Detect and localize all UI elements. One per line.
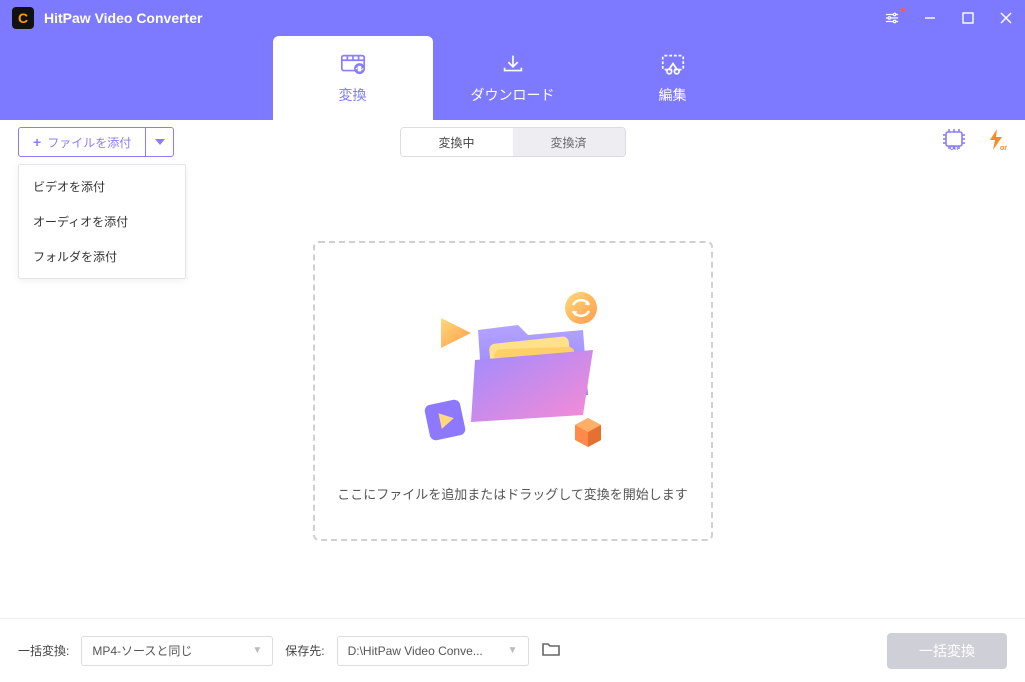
plus-icon: + bbox=[33, 134, 41, 150]
batch-format-select[interactable]: MP4-ソースと同じ ▼ bbox=[81, 636, 273, 666]
add-file-group: + ファイルを添付 bbox=[18, 127, 174, 157]
batch-format-label: 一括変換: bbox=[18, 642, 69, 659]
close-icon[interactable] bbox=[999, 11, 1013, 25]
segment-converted[interactable]: 変換済 bbox=[513, 128, 625, 156]
svg-text:on: on bbox=[1000, 145, 1007, 152]
download-icon bbox=[499, 52, 527, 79]
add-file-button[interactable]: + ファイルを添付 bbox=[19, 128, 145, 156]
footer: 一括変換: MP4-ソースと同じ ▼ 保存先: D:\HitPaw Video … bbox=[0, 618, 1025, 682]
edit-icon bbox=[659, 52, 687, 79]
batch-convert-button[interactable]: 一括変換 bbox=[887, 633, 1007, 669]
dropdown-item-video[interactable]: ビデオを添付 bbox=[19, 169, 185, 204]
svg-text:on: on bbox=[950, 145, 959, 152]
tab-label: ダウンロード bbox=[471, 85, 555, 105]
drop-zone[interactable]: ここにファイルを追加またはドラッグして変換を開始します bbox=[313, 241, 713, 541]
app-title: HitPaw Video Converter bbox=[44, 10, 202, 26]
convert-icon bbox=[339, 52, 367, 79]
status-segment: 変換中 変換済 bbox=[400, 127, 626, 157]
main-nav: 変換 ダウンロード 編集 bbox=[0, 36, 1025, 120]
tab-convert[interactable]: 変換 bbox=[273, 36, 433, 120]
tab-download[interactable]: ダウンロード bbox=[433, 36, 593, 120]
chevron-down-icon: ▼ bbox=[252, 645, 262, 656]
segment-converting[interactable]: 変換中 bbox=[401, 128, 513, 156]
minimize-icon[interactable] bbox=[923, 11, 937, 25]
add-file-dropdown: ビデオを添付 オーディオを添付 フォルダを添付 bbox=[18, 164, 186, 279]
dropdown-item-folder[interactable]: フォルダを添付 bbox=[19, 239, 185, 274]
tab-label: 変換 bbox=[339, 85, 367, 105]
app-logo: C bbox=[12, 7, 34, 29]
hardware-accel-icon[interactable]: on bbox=[941, 128, 967, 157]
chevron-down-icon: ▼ bbox=[508, 645, 518, 656]
add-file-dropdown-toggle[interactable] bbox=[145, 128, 173, 156]
maximize-icon[interactable] bbox=[961, 11, 975, 25]
save-path-select[interactable]: D:\HitPaw Video Conve... ▼ bbox=[337, 636, 529, 666]
add-file-label: ファイルを添付 bbox=[47, 134, 131, 151]
settings-icon[interactable] bbox=[885, 11, 899, 25]
title-bar: C HitPaw Video Converter bbox=[0, 0, 1025, 36]
dropzone-message: ここにファイルを追加またはドラッグして変換を開始します bbox=[337, 484, 688, 503]
save-path-value: D:\HitPaw Video Conve... bbox=[348, 644, 498, 658]
tab-label: 編集 bbox=[659, 85, 687, 105]
dropdown-item-audio[interactable]: オーディオを添付 bbox=[19, 204, 185, 239]
save-path-label: 保存先: bbox=[285, 642, 324, 659]
tab-edit[interactable]: 編集 bbox=[593, 36, 753, 120]
dropzone-illustration bbox=[383, 280, 643, 460]
lightning-icon[interactable]: on bbox=[985, 128, 1007, 157]
toolbar: + ファイルを添付 ビデオを添付 オーディオを添付 フォルダを添付 変換中 変換… bbox=[0, 120, 1025, 164]
open-folder-icon[interactable] bbox=[541, 641, 561, 660]
batch-format-value: MP4-ソースと同じ bbox=[92, 642, 242, 659]
